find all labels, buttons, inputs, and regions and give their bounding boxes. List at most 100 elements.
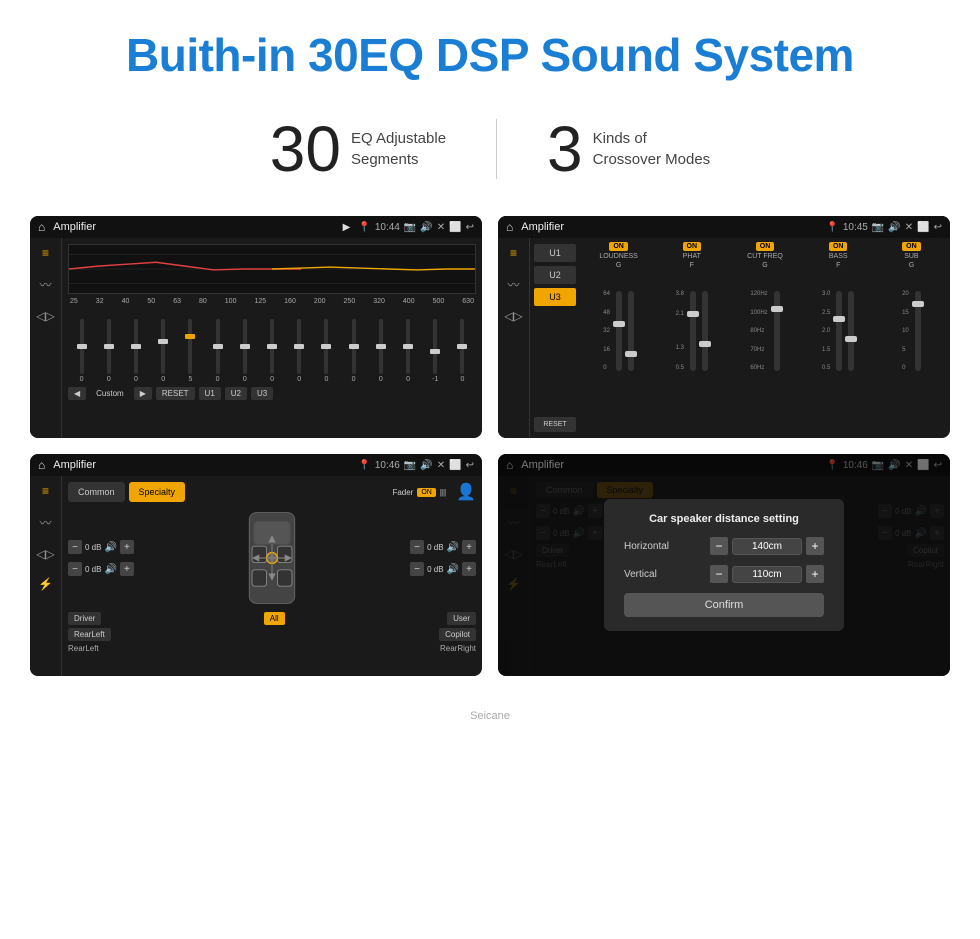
slider-8[interactable]: 0 bbox=[258, 319, 285, 383]
confirm-button[interactable]: Confirm bbox=[624, 593, 824, 617]
window-icon-3: ⬜ bbox=[449, 460, 461, 471]
window-icon-2: ⬜ bbox=[917, 222, 929, 233]
eq-freq-labels: 2532405063 80100125160200 25032040050063… bbox=[68, 298, 476, 305]
bass-slider2[interactable] bbox=[848, 291, 854, 371]
wave-nav-icon-2[interactable]: 〰 bbox=[507, 276, 519, 293]
loudness-slider2[interactable] bbox=[628, 291, 634, 371]
u2-btn[interactable]: U2 bbox=[225, 387, 247, 400]
slider-14[interactable]: -1 bbox=[422, 319, 449, 383]
stats-row: 30 EQ Adjustable Segments 3 Kinds of Cro… bbox=[0, 102, 980, 216]
rr-plus[interactable]: + bbox=[462, 562, 476, 576]
slider-3[interactable]: 0 bbox=[122, 319, 149, 383]
sub-slider[interactable] bbox=[915, 291, 921, 371]
home-icon-3[interactable]: ⌂ bbox=[38, 458, 45, 472]
close-icon[interactable]: ✕ bbox=[437, 222, 445, 233]
bt-nav-icon[interactable]: ⚡ bbox=[38, 577, 53, 591]
home-icon-2[interactable]: ⌂ bbox=[506, 220, 513, 234]
fr-minus[interactable]: − bbox=[410, 540, 424, 554]
loudness-slider[interactable] bbox=[616, 291, 622, 371]
back-icon[interactable]: ↩ bbox=[466, 222, 474, 233]
person-icon: 👤 bbox=[456, 482, 476, 502]
fl-db-value: 0 dB bbox=[85, 543, 101, 552]
eq-nav-icon-2[interactable]: ≡ bbox=[510, 246, 517, 260]
tab-row: Common Specialty Fader ON ||| 👤 bbox=[68, 482, 476, 502]
reset-btn[interactable]: RESET bbox=[156, 387, 195, 400]
driver-btn[interactable]: Driver bbox=[68, 612, 101, 625]
screenshots-grid: ⌂ Amplifier ▶ 📍 10:44 📷 🔊 ✕ ⬜ ↩ ≡ 〰 ◁▷ bbox=[0, 216, 980, 706]
slider-6[interactable]: 0 bbox=[204, 319, 231, 383]
fl-plus[interactable]: + bbox=[120, 540, 134, 554]
stat-eq-desc: EQ Adjustable Segments bbox=[351, 128, 446, 170]
vertical-plus[interactable]: + bbox=[806, 565, 824, 583]
rl-minus[interactable]: − bbox=[68, 562, 82, 576]
bass-slider[interactable] bbox=[836, 291, 842, 371]
phat-slider2[interactable] bbox=[702, 291, 708, 371]
tab-common[interactable]: Common bbox=[68, 482, 125, 502]
wave-nav-icon-3[interactable]: 〰 bbox=[39, 514, 51, 531]
back-icon-2[interactable]: ↩ bbox=[934, 222, 942, 233]
prev-btn[interactable]: ◀ bbox=[68, 387, 86, 400]
eq-nav-icon-3[interactable]: ≡ bbox=[42, 484, 49, 498]
slider-4[interactable]: 0 bbox=[150, 319, 177, 383]
bass-label: BASS bbox=[829, 253, 848, 260]
eq-nav-icon[interactable]: ≡ bbox=[42, 246, 49, 260]
volume-icon-2: 🔊 bbox=[888, 222, 900, 233]
horizontal-control: − + bbox=[710, 537, 824, 555]
speaker-icon-rl: 🔊 bbox=[104, 564, 116, 575]
distance-dialog: Car speaker distance setting Horizontal … bbox=[604, 499, 844, 631]
speaker-nav-icon-2[interactable]: ◁▷ bbox=[504, 309, 522, 323]
slider-10[interactable]: 0 bbox=[313, 319, 340, 383]
loudness-freq-labels: 644832160 bbox=[603, 291, 610, 371]
horizontal-plus[interactable]: + bbox=[806, 537, 824, 555]
fl-minus[interactable]: − bbox=[68, 540, 82, 554]
vertical-label: Vertical bbox=[624, 569, 684, 580]
horizontal-minus[interactable]: − bbox=[710, 537, 728, 555]
channel-phat: ON PHAT F 3.82.11.30.5 bbox=[657, 242, 726, 434]
tab-specialty[interactable]: Specialty bbox=[129, 482, 186, 502]
phat-slider[interactable] bbox=[690, 291, 696, 371]
close-icon-3[interactable]: ✕ bbox=[437, 460, 445, 471]
slider-13[interactable]: 0 bbox=[394, 319, 421, 383]
vertical-minus[interactable]: − bbox=[710, 565, 728, 583]
speaker-nav-icon-3[interactable]: ◁▷ bbox=[36, 547, 54, 561]
close-icon-2[interactable]: ✕ bbox=[905, 222, 913, 233]
slider-5[interactable]: 5 bbox=[177, 319, 204, 383]
rr-minus[interactable]: − bbox=[410, 562, 424, 576]
u1-preset[interactable]: U1 bbox=[534, 244, 576, 262]
u1-btn[interactable]: U1 bbox=[199, 387, 221, 400]
eq-chart bbox=[68, 244, 476, 294]
speaker-nav-icon[interactable]: ◁▷ bbox=[36, 309, 54, 323]
u2-preset[interactable]: U2 bbox=[534, 266, 576, 284]
next-btn[interactable]: ▶ bbox=[134, 387, 152, 400]
slider-1[interactable]: 0 bbox=[68, 319, 95, 383]
u3-btn[interactable]: U3 bbox=[251, 387, 273, 400]
slider-11[interactable]: 0 bbox=[340, 319, 367, 383]
specialty-body: ≡ 〰 ◁▷ ⚡ Common Specialty Fader ON ||| 👤 bbox=[30, 476, 482, 676]
slider-15[interactable]: 0 bbox=[449, 319, 476, 383]
horizontal-row: Horizontal − + bbox=[624, 537, 824, 555]
status-icons-3: 📍 10:46 📷 🔊 ✕ ⬜ ↩ bbox=[358, 460, 474, 471]
slider-7[interactable]: 0 bbox=[231, 319, 258, 383]
position-buttons: Driver All User bbox=[68, 612, 476, 625]
rl-plus[interactable]: + bbox=[120, 562, 134, 576]
user-btn[interactable]: User bbox=[447, 612, 476, 625]
back-icon-3[interactable]: ↩ bbox=[466, 460, 474, 471]
vertical-input[interactable] bbox=[732, 566, 802, 583]
stat-eq-number: 30 bbox=[270, 112, 341, 186]
page-title: Buith-in 30EQ DSP Sound System bbox=[20, 28, 960, 82]
rearleft-btn[interactable]: RearLeft bbox=[68, 628, 111, 641]
slider-9[interactable]: 0 bbox=[286, 319, 313, 383]
home-icon[interactable]: ⌂ bbox=[38, 220, 45, 234]
u3-preset[interactable]: U3 bbox=[534, 288, 576, 306]
cutfreq-slider[interactable] bbox=[774, 291, 780, 371]
all-btn[interactable]: All bbox=[264, 612, 285, 625]
reset-preset[interactable]: RESET bbox=[534, 417, 576, 432]
cutfreq-label: CUT FREQ bbox=[747, 253, 783, 260]
location-icon-2: 📍 bbox=[826, 222, 838, 233]
horizontal-input[interactable] bbox=[732, 538, 802, 555]
slider-2[interactable]: 0 bbox=[95, 319, 122, 383]
wave-nav-icon[interactable]: 〰 bbox=[39, 276, 51, 293]
copilot-btn[interactable]: Copilot bbox=[439, 628, 476, 641]
fr-plus[interactable]: + bbox=[462, 540, 476, 554]
slider-12[interactable]: 0 bbox=[367, 319, 394, 383]
